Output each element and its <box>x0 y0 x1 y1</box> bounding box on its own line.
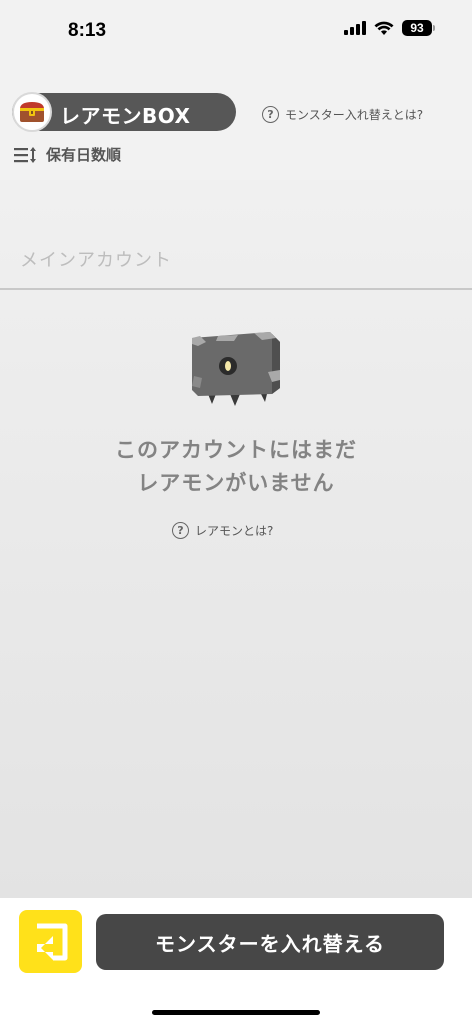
swap-arrow-icon <box>36 923 67 960</box>
swap-monster-button[interactable]: モンスターを入れ替える <box>96 914 444 970</box>
status-time: 8:13 <box>68 20 107 41</box>
sort-label: 保有日数順 <box>46 146 122 164</box>
account-label: メインアカウント <box>20 250 172 271</box>
monster-swap-help-label: モンスター入れ替えとは? <box>285 108 424 122</box>
treasure-chest-icon <box>12 92 52 132</box>
battery-level: 93 <box>410 21 424 35</box>
bottom-bar: モンスターを入れ替える <box>0 898 472 1024</box>
question-circle-icon: ? <box>172 522 189 539</box>
battery-icon: 93 <box>402 20 435 36</box>
empty-message: このアカウントにはまだ レアモンがいません <box>0 434 472 500</box>
monster-swap-help-link[interactable]: ? モンスター入れ替えとは? <box>262 106 423 123</box>
raremon-help-link[interactable]: ? レアモンとは? <box>172 522 273 539</box>
status-icons: 93 <box>344 20 435 36</box>
sort-button[interactable]: 保有日数順 <box>14 144 121 165</box>
empty-message-line2: レアモンがいません <box>137 471 335 495</box>
page-title: レアモンBOX <box>60 104 191 128</box>
sort-icon <box>14 146 36 163</box>
account-divider <box>0 288 472 290</box>
home-indicator <box>152 1010 320 1015</box>
raremon-help-label: レアモンとは? <box>195 524 274 538</box>
header: レアモンBOX ? モンスター入れ替えとは? 保有日数順 <box>0 62 472 180</box>
question-circle-icon: ? <box>262 106 279 123</box>
title-pill: レアモンBOX <box>12 92 236 132</box>
cellular-signal-icon <box>344 21 366 35</box>
empty-message-line1: このアカウントにはまだ <box>115 438 357 462</box>
empty-box-monster-icon <box>192 332 280 406</box>
swap-icon-button[interactable] <box>19 910 82 973</box>
main-content: メインアカウント このアカウントにはまだ レアモンがいません ? レアモンとは? <box>0 180 472 898</box>
wifi-icon <box>374 21 394 35</box>
status-bar: 8:13 93 <box>0 0 472 62</box>
